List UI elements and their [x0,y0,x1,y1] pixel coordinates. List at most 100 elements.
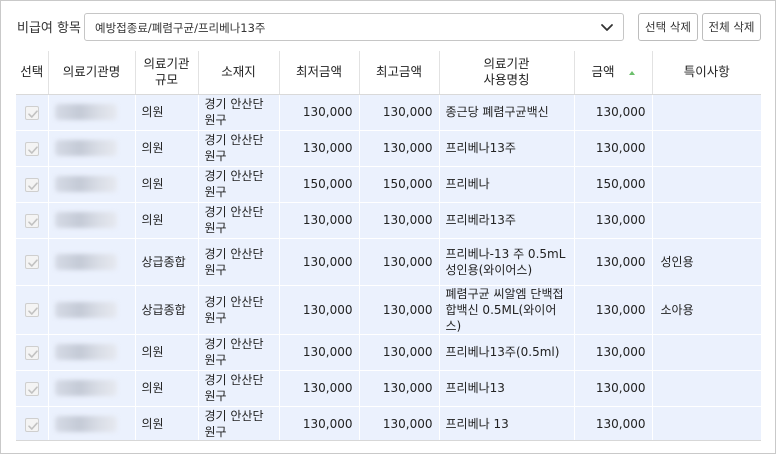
checkbox-checked-icon[interactable] [24,105,39,120]
location-line2: 원구 [204,221,227,235]
facility-name-cell [48,334,136,371]
select-cell[interactable] [16,94,49,131]
remarks-cell [652,370,761,407]
select-cell[interactable] [16,285,49,335]
location-line1: 경기 안산단 [204,205,264,219]
sort-ascending-icon[interactable] [628,70,635,75]
select-cell[interactable] [16,370,49,407]
usage-name-line: 종근당 폐렴구균백신 [445,105,549,119]
location-line1: 경기 안산단 [204,409,264,423]
price-table-container[interactable]: 선택 의료기관명 의료기관 규모 소재지 최저금액 최고금액 의료기관 사용명칭 금… [16,51,761,441]
checkbox-checked-icon[interactable] [24,303,39,317]
column-header-location[interactable]: 소재지 [198,51,280,95]
min-price-cell: 130,000 [279,130,360,167]
checkbox-checked-icon[interactable] [24,213,39,228]
facility-scale-cell: 의원 [135,130,199,167]
delete-all-button[interactable]: 전체 삭제 [702,13,761,41]
location-cell: 경기 안산단원구 [198,130,280,167]
redacted-facility-name [54,253,117,270]
column-header-usage-name[interactable]: 의료기관 사용명칭 [439,51,575,95]
max-price-cell: 130,000 [359,334,440,371]
location-line2: 원구 [204,389,227,403]
select-cell[interactable] [16,130,49,167]
price-cell: 130,000 [574,285,653,335]
facility-scale-cell: 의원 [135,202,199,239]
max-price-cell: 130,000 [359,94,440,131]
checkbox-checked-icon[interactable] [24,177,39,192]
remarks-cell [652,334,761,371]
column-header-usage-name-line2: 사용명칭 [483,72,530,88]
column-header-min-price[interactable]: 최저금액 [279,51,360,95]
select-cell[interactable] [16,406,49,440]
column-header-facility-scale[interactable]: 의료기관 규모 [135,51,199,95]
price-cell: 130,000 [574,238,653,286]
table-row[interactable]: 의원 경기 안산단 원구 130,000 130,000 프리베나 13 130,000 [16,406,761,440]
table-row[interactable]: 상급종합 경기 안산단 원구 130,000 130,000 폐렴구균 씨알엠 단백접 합백… [16,285,761,335]
column-header-facility-scale-line2: 규모 [154,72,178,88]
column-header-price[interactable]: 금액 [574,51,653,95]
table-row[interactable]: 의원 경기 안산단 원구 130,000 130,000 프리베나13주 130,000 [16,130,761,167]
table-row[interactable]: 의원 경기 안산단 원구 130,000 130,000 프리베나13주(0.5ml) 13… [16,334,761,371]
price-cell: 150,000 [574,166,653,203]
column-header-max-price[interactable]: 최고금액 [359,51,440,95]
min-price-cell: 130,000 [279,370,360,407]
checkbox-checked-icon[interactable] [24,345,39,360]
usage-name-line: 프리베나13 [445,381,505,395]
select-cell[interactable] [16,238,49,286]
facility-name-cell [48,94,136,131]
min-price-cell: 130,000 [279,334,360,371]
table-row[interactable]: 의원 경기 안산단 원구 150,000 150,000 프리베나 150,000 [16,166,761,203]
facility-scale-cell: 상급종합 [135,238,199,286]
column-header-facility-scale-line1: 의료기관 [143,56,190,72]
select-cell[interactable] [16,334,49,371]
redacted-facility-name [54,140,117,157]
table-row[interactable]: 의원 경기 안산단 원구 130,000 130,000 프리베나13 130,000 [16,370,761,407]
price-cell: 130,000 [574,334,653,371]
item-select-value: 예방접종료/폐렴구균/프리베나13주 [95,21,266,35]
price-cell: 130,000 [574,202,653,239]
usage-name-cell: 종근당 폐렴구균백신 [439,94,575,131]
remarks-cell [652,166,761,203]
min-price-cell: 130,000 [279,94,360,131]
location-line1: 경기 안산단 [204,294,264,309]
usage-name-line: 프리베나13주(0.5ml) [445,345,560,359]
checkbox-checked-icon[interactable] [24,417,39,432]
max-price-cell: 130,000 [359,406,440,440]
remarks-cell: 성인용 [652,238,761,286]
location-line2: 원구 [204,149,227,163]
filter-label: 비급여 항목 [17,21,81,36]
location-cell: 경기 안산단 원구 [198,94,280,131]
min-price-cell: 130,000 [279,406,360,440]
facility-name-cell [48,130,136,167]
comparison-panel: 비급여 항목 예방접종료/폐렴구균/프리베나13주 선택 삭제 전체 삭제 선택… [0,0,776,454]
table-row[interactable]: 상급종합 경기 안산단 원구 130,000 130,000 프리베나-13 주 0.5m… [16,238,761,286]
redacted-facility-name [54,416,117,433]
location-cell: 경기 안산단원구 [198,202,280,239]
redacted-facility-name [54,212,117,229]
redacted-facility-name [54,344,117,361]
usage-name-line: 프리베나-13 주 0.5mL [445,246,566,261]
usage-name-cell: 프리베나 [439,166,575,203]
table-row[interactable]: 의원 경기 안산단 원구 130,000 130,000 종근당 폐렴구균백신 130,00… [16,94,761,131]
usage-name-line: 성인용(와이어스) [445,262,533,277]
redacted-facility-name [54,380,117,397]
column-header-facility-name[interactable]: 의료기관명 [48,51,136,95]
location-line2: 원구 [204,310,227,325]
delete-selected-button[interactable]: 선택 삭제 [638,13,698,41]
price-table: 선택 의료기관명 의료기관 규모 소재지 최저금액 최고금액 의료기관 사용명칭 금… [16,51,761,440]
usage-name-line: 폐렴구균 씨알엠 단백접 [445,286,564,301]
item-select-dropdown[interactable]: 예방접종료/폐렴구균/프리베나13주 [84,13,624,41]
max-price-cell: 130,000 [359,370,440,407]
checkbox-checked-icon[interactable] [24,381,39,396]
checkbox-checked-icon[interactable] [24,255,39,269]
select-cell[interactable] [16,166,49,203]
location-line1: 경기 안산단 [204,133,264,147]
checkbox-checked-icon[interactable] [24,141,39,156]
table-row[interactable]: 의원 경기 안산단 원구 130,000 130,000 프리베라13주 130,000 [16,202,761,239]
column-header-remarks[interactable]: 특이사항 [652,51,761,95]
location-line2: 원구 [204,185,227,199]
remarks-cell [652,130,761,167]
usage-name-line: 프리베나 13 [445,417,509,431]
location-cell: 경기 안산단 원구 [198,166,280,203]
select-cell[interactable] [16,202,49,239]
